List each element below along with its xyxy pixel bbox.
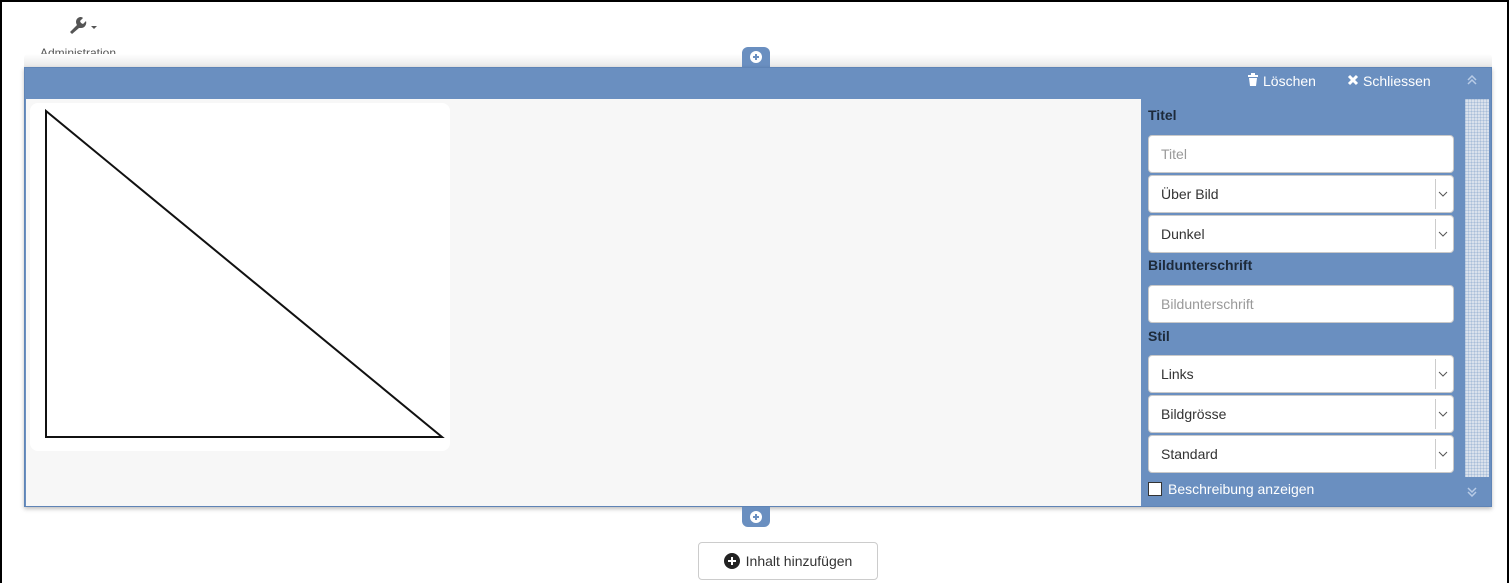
show-description-checkbox[interactable] — [1148, 482, 1162, 496]
title-input[interactable]: Titel — [1148, 135, 1454, 173]
image-size-value: Bildgrösse — [1161, 406, 1227, 422]
chevron-down-icon — [1435, 179, 1450, 209]
align-value: Links — [1161, 366, 1194, 382]
plus-circle-icon — [723, 553, 740, 569]
delete-button[interactable]: Löschen — [1247, 73, 1316, 89]
chevron-up-icon[interactable] — [1467, 74, 1477, 88]
title-position-select[interactable]: Über Bild — [1148, 175, 1454, 213]
trash-icon — [1247, 73, 1259, 89]
title-theme-value: Dunkel — [1161, 226, 1205, 242]
image-canvas — [26, 99, 1141, 506]
image-size-select[interactable]: Bildgrösse — [1148, 395, 1454, 433]
settings-sidebar: Titel Titel Über Bild Dunkel Bilduntersc… — [1142, 99, 1458, 506]
insert-above-button[interactable] — [742, 47, 770, 67]
delete-label: Löschen — [1263, 73, 1316, 89]
chevron-down-icon — [1435, 219, 1450, 249]
add-content-label: Inhalt hinzufügen — [745, 553, 853, 569]
close-label: Schliessen — [1363, 73, 1431, 89]
chevron-down-double-icon[interactable] — [1467, 486, 1477, 500]
caption-input[interactable]: Bildunterschrift — [1148, 285, 1454, 323]
close-button[interactable]: Schliessen — [1347, 73, 1431, 89]
plus-circle-icon — [750, 51, 762, 63]
chevron-down-icon — [1435, 399, 1450, 429]
chevron-down-icon — [1435, 439, 1450, 469]
close-icon — [1347, 73, 1359, 89]
title-section-label: Titel — [1148, 107, 1177, 123]
title-position-value: Über Bild — [1161, 186, 1219, 202]
show-description-label: Beschreibung anzeigen — [1168, 481, 1315, 497]
add-content-button[interactable]: Inhalt hinzufügen — [698, 542, 878, 580]
style-section-label: Stil — [1148, 328, 1170, 344]
show-description-option[interactable]: Beschreibung anzeigen — [1148, 481, 1314, 497]
title-theme-select[interactable]: Dunkel — [1148, 215, 1454, 253]
triangle-drawing — [45, 108, 445, 438]
align-select[interactable]: Links — [1148, 355, 1454, 393]
wrench-icon — [62, 14, 102, 36]
image-editor-panel: Löschen Schliessen Titel Titel Über Bild… — [24, 67, 1492, 507]
image-preview[interactable] — [30, 103, 450, 451]
variant-select[interactable]: Standard — [1148, 435, 1454, 473]
caption-section-label: Bildunterschrift — [1148, 257, 1253, 273]
variant-value: Standard — [1161, 446, 1218, 462]
sidebar-scrollbar[interactable] — [1465, 99, 1489, 477]
chevron-down-icon — [1435, 359, 1450, 389]
insert-below-button[interactable] — [742, 507, 770, 527]
panel-header: Löschen Schliessen — [25, 68, 1491, 98]
plus-circle-icon — [750, 511, 762, 523]
